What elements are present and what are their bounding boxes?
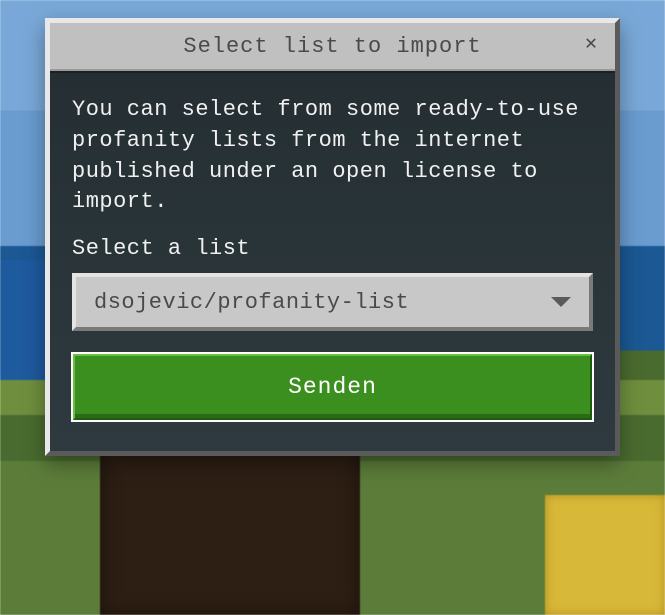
bg-tree [100, 440, 360, 615]
chevron-down-icon [551, 297, 571, 307]
bg-water [0, 260, 50, 390]
dialog-body: You can select from some ready-to-use pr… [50, 71, 615, 451]
dialog-description: You can select from some ready-to-use pr… [72, 95, 593, 218]
submit-button[interactable]: Senden [72, 353, 593, 421]
import-dialog: Select list to import ✕ You can select f… [45, 18, 620, 456]
close-button[interactable]: ✕ [577, 31, 605, 59]
dialog-title: Select list to import [183, 34, 481, 59]
submit-button-label: Senden [288, 374, 377, 400]
dropdown-selected-text: dsojevic/profanity-list [94, 290, 551, 315]
list-dropdown[interactable]: dsojevic/profanity-list [72, 273, 593, 331]
dialog-titlebar: Select list to import ✕ [50, 23, 615, 71]
select-label: Select a list [72, 236, 593, 261]
bg-sand [545, 495, 665, 615]
close-icon: ✕ [585, 35, 597, 55]
